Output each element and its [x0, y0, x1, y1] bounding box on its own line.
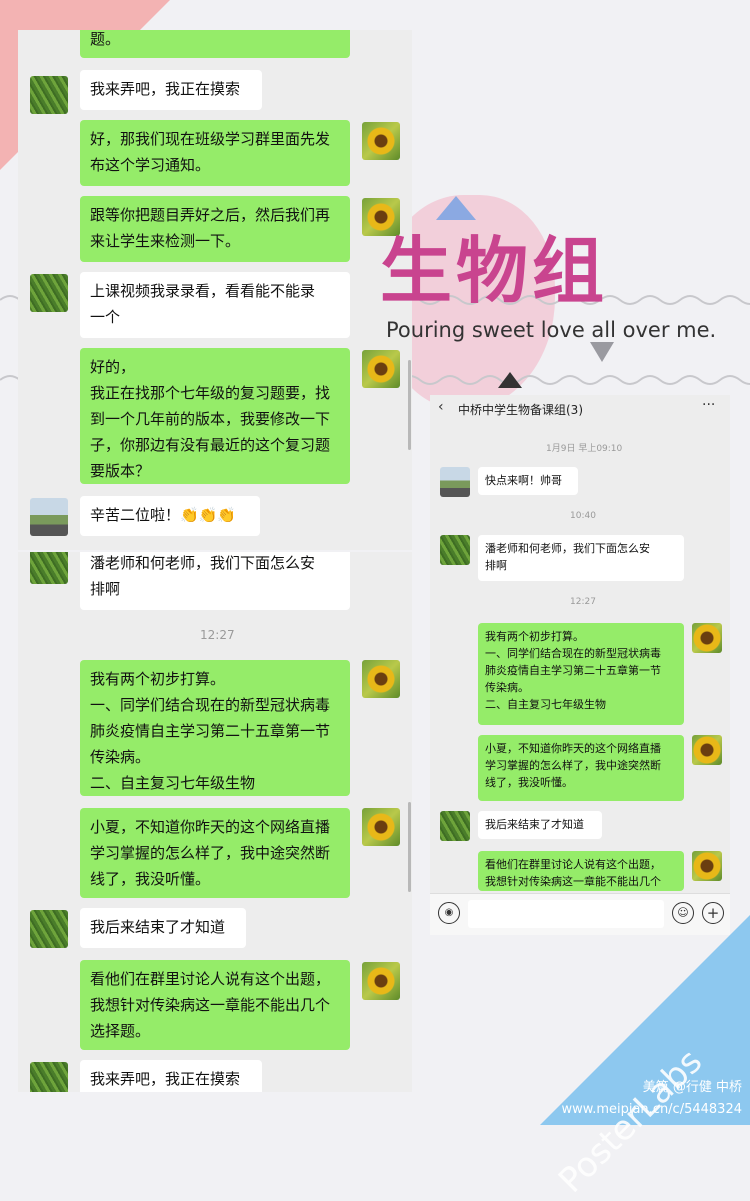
avatar[interactable]	[440, 467, 470, 497]
message-bubble: 我来弄吧，我正在摸索	[80, 70, 262, 110]
back-arrow-icon[interactable]: ‹	[438, 399, 444, 415]
message-bubble: 上课视频我录录看，看看能不能录 一个	[80, 272, 350, 338]
avatar[interactable]	[30, 910, 68, 948]
avatar[interactable]	[440, 811, 470, 841]
message-bubble: 好，那我们现在班级学习群里面先发 布这个学习通知。	[80, 120, 350, 186]
page-subtitle: Pouring sweet love all over me.	[386, 318, 717, 342]
message-bubble: 辛苦二位啦！👏👏👏	[80, 496, 260, 536]
emoji-icon[interactable]: ☺	[672, 902, 694, 924]
avatar[interactable]	[440, 535, 470, 565]
timestamp: 12:27	[200, 628, 235, 642]
chat-title: 中桥中学生物备课组(3)	[458, 403, 583, 417]
message-bubble: 题。	[80, 30, 350, 58]
message-bubble: 小夏，不知道你昨天的这个网络直播 学习掌握的怎么样了，我中途突然断 线了，我没听…	[80, 808, 350, 898]
message-bubble: 小夏，不知道你昨天的这个网络直播 学习掌握的怎么样了，我中途突然断 线了，我没听…	[478, 735, 684, 801]
footer-url: www.meipian.cn/c/5448324	[561, 1102, 742, 1117]
avatar[interactable]	[692, 623, 722, 653]
chat-panel-right: ‹ 中桥中学生物备课组(3) ··· 1月9日 早上09:10 快点来啊！帅哥 …	[430, 395, 730, 935]
scrollbar[interactable]	[408, 360, 411, 450]
chat-panel-bottom: 潘老师和何老师，我们下面怎么安 排啊 12:27 我有两个初步打算。 一、同学们…	[18, 552, 412, 1092]
chat-panel-top: 题。 我来弄吧，我正在摸索 好，那我们现在班级学习群里面先发 布这个学习通知。 …	[18, 30, 412, 550]
message-bubble: 我来弄吧，我正在摸索	[80, 1060, 262, 1092]
message-bubble: 潘老师和何老师，我们下面怎么安 排啊	[478, 535, 684, 581]
avatar[interactable]	[362, 350, 400, 388]
voice-icon[interactable]: ◉	[438, 902, 460, 924]
avatar[interactable]	[362, 660, 400, 698]
avatar[interactable]	[30, 498, 68, 536]
message-bubble: 我后来结束了才知道	[478, 811, 602, 839]
more-dots-icon[interactable]: ···	[702, 397, 715, 413]
timestamp: 12:27	[570, 597, 596, 607]
avatar[interactable]	[30, 76, 68, 114]
message-bubble: 跟等你把题目弄好之后，然后我们再 来让学生来检测一下。	[80, 196, 350, 262]
plus-icon[interactable]: +	[702, 902, 724, 924]
timestamp: 10:40	[570, 511, 596, 521]
page-title: 生物组	[380, 229, 609, 313]
message-bubble: 我有两个初步打算。 一、同学们结合现在的新型冠状病毒 肺炎疫情自主学习第二十五章…	[80, 660, 350, 796]
message-bubble: 看他们在群里讨论人说有这个出题， 我想针对传染病这一章能不能出几个 选择题。	[80, 960, 350, 1050]
message-input[interactable]	[468, 900, 664, 928]
avatar[interactable]	[692, 735, 722, 765]
decor-triangle	[590, 342, 614, 362]
avatar[interactable]	[362, 808, 400, 846]
avatar[interactable]	[30, 274, 68, 312]
message-bubble: 潘老师和何老师，我们下面怎么安 排啊	[80, 552, 350, 610]
message-bubble: 好的， 我正在找那个七年级的复习题要，找 到一个几年前的版本，我要修改一下 子，…	[80, 348, 350, 484]
message-bubble: 快点来啊！帅哥	[478, 467, 578, 495]
scrollbar[interactable]	[408, 802, 411, 892]
avatar[interactable]	[362, 962, 400, 1000]
decor-triangle	[498, 372, 522, 388]
timestamp: 1月9日 早上09:10	[546, 444, 623, 454]
avatar[interactable]	[30, 552, 68, 584]
message-bubble: 我后来结束了才知道	[80, 908, 246, 948]
input-bar: ◉ ☺ +	[430, 893, 730, 935]
message-bubble: 我有两个初步打算。 一、同学们结合现在的新型冠状病毒 肺炎疫情自主学习第二十五章…	[478, 623, 684, 725]
footer-author: 美篇 @行健 中桥	[642, 1080, 742, 1095]
message-bubble: 看他们在群里讨论人说有这个出题， 我想针对传染病这一章能不能出几个	[478, 851, 684, 891]
avatar[interactable]	[362, 122, 400, 160]
avatar[interactable]	[692, 851, 722, 881]
chat-header: ‹ 中桥中学生物备课组(3) ···	[430, 395, 730, 423]
avatar[interactable]	[30, 1062, 68, 1092]
